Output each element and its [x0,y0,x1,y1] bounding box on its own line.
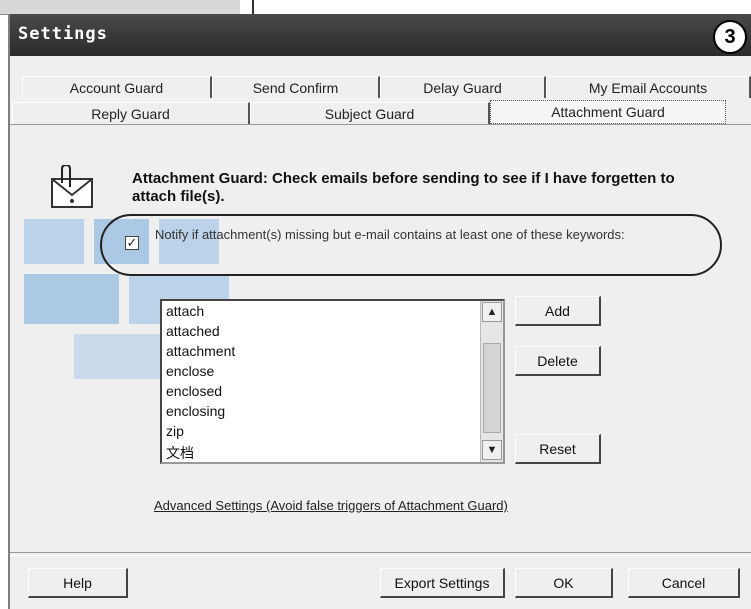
tab-delay-guard[interactable]: Delay Guard [380,76,546,98]
tab-subject-guard[interactable]: Subject Guard [250,102,490,124]
reset-button[interactable]: Reset [515,434,601,464]
list-item[interactable]: attached [166,323,220,339]
keyword-list[interactable]: attach attached attachment enclose enclo… [160,299,505,464]
list-item[interactable]: 文档 [166,443,194,462]
highlight-oval [100,214,722,276]
add-button[interactable]: Add [515,296,601,326]
scroll-thumb[interactable] [483,343,501,433]
tab-attachment-guard[interactable]: Attachment Guard [490,100,726,124]
list-item[interactable]: zip [166,423,184,439]
tab-my-email-accounts[interactable]: My Email Accounts [546,76,751,98]
list-item[interactable]: enclose [166,363,214,379]
delete-button[interactable]: Delete [515,346,601,376]
tab-divider [10,124,751,125]
list-scrollbar[interactable]: ▲ ▼ [480,301,503,462]
scroll-up-icon[interactable]: ▲ [482,302,502,322]
notify-label: Notify if attachment(s) missing but e-ma… [155,227,625,242]
notify-checkbox[interactable]: ✓ [125,236,139,250]
ok-button[interactable]: OK [515,568,613,598]
footer-separator [10,552,751,556]
list-item[interactable]: enclosing [166,403,225,419]
background-toolbar [0,0,240,15]
list-item[interactable]: attachment [166,343,235,359]
tab-send-confirm[interactable]: Send Confirm [212,76,380,98]
section-heading: Attachment Guard: Check emails before se… [132,170,675,205]
advanced-settings-link[interactable]: Advanced Settings (Avoid false triggers … [154,498,508,513]
step-badge: 3 [713,20,747,54]
list-item[interactable]: enclosed [166,383,222,399]
cancel-button[interactable]: Cancel [628,568,740,598]
attachment-envelope-icon [51,165,93,208]
background-divider [252,0,254,14]
window-title: Settings [18,24,108,44]
help-button[interactable]: Help [28,568,128,598]
settings-dialog: Settings 3 Account Guard Send Confirm De… [8,14,751,609]
tab-account-guard[interactable]: Account Guard [22,76,212,98]
tab-reply-guard[interactable]: Reply Guard [12,102,250,124]
title-bar[interactable]: Settings 3 [10,14,751,56]
list-item[interactable]: attach [166,303,204,319]
export-settings-button[interactable]: Export Settings [380,568,505,598]
scroll-down-icon[interactable]: ▼ [482,440,502,460]
